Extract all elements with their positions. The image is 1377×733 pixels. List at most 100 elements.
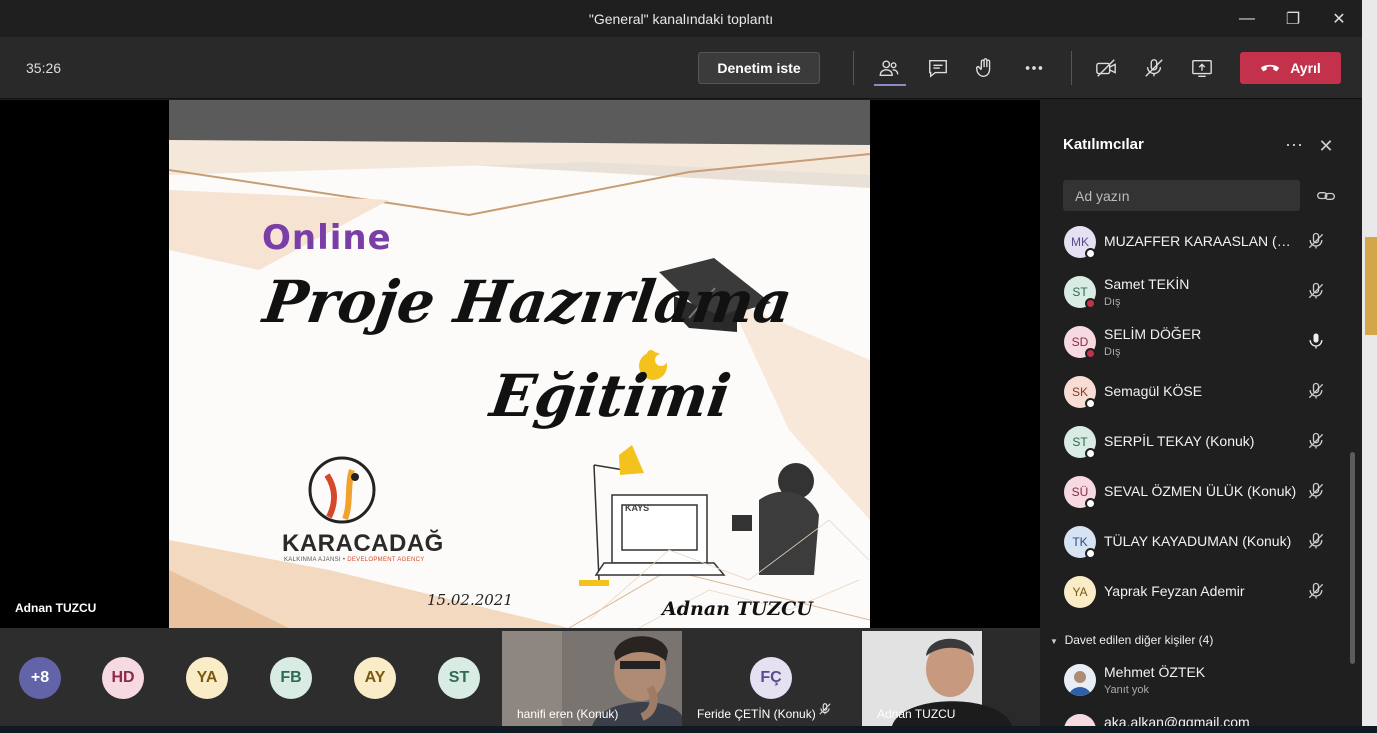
participant-subtitle: Dış [1104, 296, 1121, 308]
presence-status [1085, 248, 1096, 259]
hang-up-icon [1260, 62, 1280, 74]
participant-subtitle: Yanıt yok [1104, 684, 1150, 696]
restore-icon[interactable]: ❐ [1270, 0, 1316, 37]
participant-row[interactable]: TK TÜLAY KAYADUMAN (Konuk) [1042, 522, 1347, 572]
participant-name: Semagül KÖSE [1104, 383, 1203, 399]
slide-title-line2: Eğitimi [486, 362, 735, 430]
presence-status [1085, 448, 1096, 459]
toolbar-divider [853, 51, 854, 85]
share-screen-icon[interactable] [1186, 52, 1218, 84]
participant-name: Yaprak Feyzan Ademir [1104, 583, 1245, 599]
participants-pane-title: Katılımcılar [1063, 136, 1144, 153]
background-window-edge [1362, 0, 1377, 733]
mic-off-icon [818, 702, 832, 721]
slide-author: Adnan TUZCU [662, 598, 813, 620]
share-invite-link-icon[interactable] [1316, 186, 1336, 206]
participant-row[interactable]: ST Samet TEKİN Dış [1042, 272, 1347, 322]
teams-meeting-window: "General" kanalındaki toplantı — ❐ ✕ 35:… [0, 0, 1377, 733]
slide-date: 15.02.2021 [427, 591, 513, 609]
mic-off-icon [1306, 281, 1326, 301]
participant-avatar: FÇ [750, 657, 792, 699]
participants-icon[interactable] [873, 52, 905, 84]
leave-button[interactable]: Ayrıl [1240, 52, 1341, 84]
mic-off-icon [1306, 381, 1326, 401]
mic-off-icon[interactable] [1138, 52, 1170, 84]
video-tile-adnan[interactable]: Adnan TUZCU [862, 631, 1040, 726]
close-window-icon[interactable]: ✕ [1316, 0, 1362, 37]
participant-name: SERPİL TEKAY (Konuk) [1104, 433, 1255, 449]
presence-status [1085, 548, 1096, 559]
mic-off-icon [1306, 531, 1326, 551]
tile-name-label: Adnan TUZCU [877, 707, 956, 721]
mic-off-icon [1306, 231, 1326, 251]
participant-row[interactable]: YA Yaprak Feyzan Ademir [1042, 572, 1347, 622]
presence-status [1085, 348, 1096, 359]
participant-row[interactable]: ST SERPİL TEKAY (Konuk) [1042, 422, 1347, 472]
invited-section-label: Davet edilen diğer kişiler (4) [1064, 633, 1214, 647]
participant-name: MUZAFFER KARAASLAN (Konuk) [1104, 233, 1299, 249]
mic-off-icon [1306, 581, 1326, 601]
request-control-button[interactable]: Denetim iste [698, 52, 820, 84]
presence-status [1085, 398, 1096, 409]
presence-status [1085, 298, 1096, 309]
invited-row[interactable]: Mehmet ÖZTEK Yanıt yok [1042, 660, 1347, 710]
invited-section-header[interactable]: ▼ Davet edilen diğer kişiler (4) [1050, 633, 1213, 647]
chevron-down-icon: ▼ [1050, 637, 1058, 646]
avatar [1064, 714, 1096, 726]
slide-brand-subtitle: KALKINMA AJANSI • DEVELOPMENT AGENCY [284, 557, 425, 563]
leave-label: Ayrıl [1290, 60, 1321, 76]
participants-pane: Katılımcılar ⋯ ✕ MK MUZAFFER KARAASLAN (… [1042, 100, 1362, 726]
participant-row[interactable]: SÜ SEVAL ÖZMEN ÜLÜK (Konuk) [1042, 472, 1347, 522]
more-options-icon[interactable]: ⋯ [1282, 135, 1306, 159]
invited-row[interactable]: aka.alkan@gqmail.com [1042, 710, 1347, 726]
slide-title-line1: Proje Hazırlama [259, 268, 797, 336]
participant-avatar[interactable]: YA [186, 657, 228, 699]
mic-off-icon [1306, 481, 1326, 501]
laptop-screen-text: KAYS [625, 503, 650, 513]
title-bar: "General" kanalındaki toplantı — ❐ ✕ [0, 0, 1362, 37]
participant-strip: +8 HD YA FB AY ST hanifi eren (Konuk) FÇ… [0, 628, 1040, 726]
more-options-icon[interactable] [1018, 52, 1050, 84]
minimize-icon[interactable]: — [1224, 0, 1270, 37]
chat-icon[interactable] [922, 52, 954, 84]
presentation-slide: Online Proje Hazırlama Eğitimi KAYS KARA… [169, 100, 870, 628]
toolbar-divider [1071, 51, 1072, 85]
participant-avatar[interactable]: ST [438, 657, 480, 699]
meeting-toolbar: 35:26 Denetim iste Ayrıl [0, 37, 1362, 99]
slide-brand-name: KARACADAĞ [282, 530, 444, 557]
avatar: YA [1064, 576, 1096, 608]
shared-content-stage: Online Proje Hazırlama Eğitimi KAYS KARA… [0, 100, 1040, 628]
search-input[interactable] [1063, 180, 1300, 211]
participant-row[interactable]: MK MUZAFFER KARAASLAN (Konuk) [1042, 222, 1347, 272]
participant-name: aka.alkan@gqmail.com [1104, 714, 1250, 726]
mic-on-icon [1306, 331, 1326, 351]
window-title: "General" kanalındaki toplantı [588, 10, 774, 27]
participant-name: SEVAL ÖZMEN ÜLÜK (Konuk) [1104, 483, 1297, 499]
avatar [1064, 664, 1096, 696]
participant-subtitle: Dış [1104, 346, 1121, 358]
participant-avatar[interactable]: AY [354, 657, 396, 699]
meeting-timer: 35:26 [26, 60, 62, 76]
participant-name: Mehmet ÖZTEK [1104, 664, 1206, 680]
raise-hand-icon[interactable] [969, 52, 1001, 84]
participant-avatar[interactable]: FB [270, 657, 312, 699]
participant-avatar[interactable]: HD [102, 657, 144, 699]
slide-online-heading: Online [262, 218, 392, 258]
participant-row[interactable]: SK Semagül KÖSE [1042, 372, 1347, 422]
participant-row[interactable]: SD SELİM DÖĞER Dış [1042, 322, 1347, 372]
presence-status [1085, 498, 1096, 509]
mic-off-icon [1306, 431, 1326, 451]
more-participants-avatar[interactable]: +8 [19, 657, 61, 699]
video-tile-feride[interactable]: FÇ Feride ÇETİN (Konuk) [682, 631, 862, 726]
presenter-name-label: Adnan TUZCU [15, 601, 97, 615]
video-tile-hanifi[interactable]: hanifi eren (Konuk) [502, 631, 682, 726]
participants-scrollbar[interactable] [1350, 452, 1355, 664]
participant-name: TÜLAY KAYADUMAN (Konuk) [1104, 533, 1292, 549]
participants-active-indicator [874, 84, 906, 86]
camera-off-icon[interactable] [1090, 52, 1122, 84]
participant-name: SELİM DÖĞER [1104, 326, 1202, 342]
os-taskbar [0, 726, 1377, 733]
window-controls: — ❐ ✕ [1224, 0, 1362, 37]
close-icon[interactable]: ✕ [1314, 136, 1338, 160]
participant-name: Samet TEKİN [1104, 276, 1190, 292]
